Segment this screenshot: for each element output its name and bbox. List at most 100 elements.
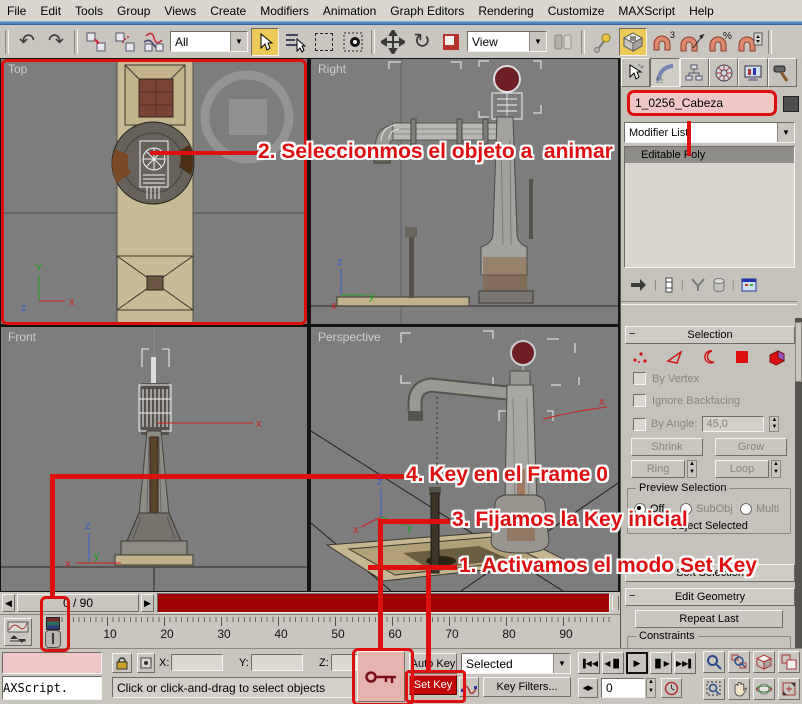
bind-to-space-warp-icon[interactable] <box>141 29 167 55</box>
zoom-tool-button[interactable] <box>703 651 725 673</box>
edge-subobject-icon[interactable] <box>666 349 684 365</box>
region-zoom-button[interactable] <box>703 678 725 700</box>
spinner-snap-icon[interactable] <box>737 29 763 55</box>
select-and-move-icon[interactable] <box>380 29 406 55</box>
pin-stack-icon[interactable] <box>630 277 648 293</box>
tab-utilities-icon[interactable] <box>768 58 797 87</box>
select-by-name-icon[interactable] <box>282 29 308 55</box>
preview-multi-radio[interactable] <box>740 503 752 515</box>
maxscript-listener-line[interactable]: AXScript. <box>2 676 102 700</box>
edit-geometry-rollout-header[interactable]: − Edit Geometry <box>625 588 795 606</box>
absolute-offset-mode-toggle[interactable] <box>137 653 155 673</box>
zoom-extents-button[interactable] <box>753 651 775 673</box>
ignore-backfacing-row[interactable]: Ignore Backfacing <box>633 394 740 407</box>
mini-curve-editor-button[interactable] <box>4 618 32 646</box>
menu-create[interactable]: Create <box>203 4 253 18</box>
modifier-list-dropdown[interactable]: Modifier List ▼ <box>624 122 795 143</box>
maximize-viewport-toggle[interactable] <box>778 678 800 700</box>
panel-scrollbar-thumb[interactable] <box>795 322 802 382</box>
vertex-subobject-icon[interactable] <box>631 349 649 365</box>
by-angle-row[interactable]: By Angle: 45,0 ▲▼ <box>633 416 779 432</box>
viewport-right[interactable]: z y x Right <box>311 59 618 324</box>
angle-snap-icon[interactable] <box>679 29 705 55</box>
dropdown-arrow-icon[interactable]: ▼ <box>529 32 546 51</box>
menu-tools[interactable]: Tools <box>68 4 110 18</box>
next-frame-button[interactable]: ▐▌▶ <box>650 652 672 674</box>
percent-snap-icon[interactable]: % <box>708 29 734 55</box>
by-angle-spinner[interactable]: ▲▼ <box>769 416 779 432</box>
loop-spinner[interactable]: ▲▼ <box>771 460 781 478</box>
key-mode-toggle-button[interactable]: ◀▶ <box>578 678 598 698</box>
mirror-icon[interactable] <box>550 29 576 55</box>
ring-button[interactable]: Ring <box>631 460 685 478</box>
viewport-perspective[interactable]: x z x y Perspective <box>311 327 618 591</box>
shrink-button[interactable]: Shrink <box>631 438 703 456</box>
go-to-end-button[interactable]: ▶▶▌ <box>674 652 696 674</box>
redo-icon[interactable]: ↷ <box>43 29 69 55</box>
ring-spinner[interactable]: ▲▼ <box>687 460 697 478</box>
select-and-rotate-icon[interactable]: ↻ <box>409 29 435 55</box>
timeline-splitter[interactable] <box>612 596 619 610</box>
time-slider-track-setkey-red[interactable] <box>157 593 610 613</box>
border-subobject-icon[interactable] <box>701 349 717 365</box>
selection-rollout-header[interactable]: − Selection <box>625 326 795 344</box>
current-frame-field[interactable]: 0 <box>601 678 645 698</box>
select-and-manipulate-icon[interactable] <box>590 29 616 55</box>
go-to-start-button[interactable]: ▐◀◀ <box>578 652 600 674</box>
menu-help[interactable]: Help <box>682 4 721 18</box>
unlink-selection-icon[interactable] <box>112 29 138 55</box>
repeat-last-button[interactable]: Repeat Last <box>635 610 783 628</box>
rectangular-selection-region-icon[interactable] <box>311 29 337 55</box>
viewport-front[interactable]: x z y x Front <box>1 327 307 591</box>
menu-modifiers[interactable]: Modifiers <box>253 4 316 18</box>
tab-display-icon[interactable] <box>738 58 767 87</box>
previous-frame-button[interactable]: ◀▐▌ <box>602 652 624 674</box>
dropdown-arrow-icon[interactable]: ▼ <box>230 32 247 51</box>
show-end-result-icon[interactable] <box>663 277 675 293</box>
polygon-subobject-icon[interactable] <box>734 349 750 365</box>
make-unique-icon[interactable] <box>690 277 706 293</box>
configure-modifier-sets-icon[interactable] <box>741 277 759 293</box>
select-and-link-icon[interactable] <box>83 29 109 55</box>
menu-graph-editors[interactable]: Graph Editors <box>383 4 471 18</box>
modifier-stack-list[interactable]: Editable Poly <box>624 146 795 268</box>
window-crossing-toggle-icon[interactable] <box>340 29 366 55</box>
snaps-toggle-button[interactable] <box>619 28 647 56</box>
time-slider-right-arrow[interactable]: ▶ <box>141 594 154 612</box>
menu-file[interactable]: File <box>0 4 33 18</box>
menu-views[interactable]: Views <box>157 4 203 18</box>
select-and-scale-icon[interactable] <box>438 29 464 55</box>
reference-coordsys-dropdown[interactable]: View ▼ <box>467 31 547 52</box>
loop-button[interactable]: Loop <box>715 460 769 478</box>
selection-lock-toggle[interactable] <box>112 653 132 673</box>
selection-filter-dropdown[interactable]: All ▼ <box>170 31 248 52</box>
time-configuration-button[interactable] <box>661 678 682 698</box>
select-object-button[interactable] <box>251 28 279 56</box>
menu-customize[interactable]: Customize <box>541 4 612 18</box>
arc-rotate-button[interactable] <box>753 678 775 700</box>
menu-edit[interactable]: Edit <box>33 4 68 18</box>
preview-multi-radio-row[interactable]: Multi <box>740 503 779 515</box>
time-slider-handle[interactable]: 0 / 90 <box>17 594 139 612</box>
stack-item-editable-poly[interactable]: Editable Poly <box>625 147 794 163</box>
object-color-swatch[interactable] <box>783 96 799 112</box>
tab-create-icon[interactable] <box>621 58 650 87</box>
selected-key-filter-dropdown[interactable]: Selected ▼ <box>461 653 571 674</box>
object-name-field[interactable]: 1_0256_Cabeza <box>627 90 777 116</box>
dropdown-arrow-icon[interactable]: ▼ <box>553 654 570 673</box>
undo-icon[interactable]: ↶ <box>14 29 40 55</box>
maxscript-macro-line[interactable] <box>2 652 102 674</box>
by-angle-checkbox[interactable] <box>633 418 646 431</box>
tab-modify-icon[interactable] <box>650 58 679 87</box>
menu-group[interactable]: Group <box>110 4 157 18</box>
panel-scrollbar[interactable] <box>795 318 802 648</box>
menu-maxscript[interactable]: MAXScript <box>611 4 682 18</box>
zoom-all-button[interactable] <box>728 651 750 673</box>
ignore-backfacing-checkbox[interactable] <box>633 394 646 407</box>
key-filters-button[interactable]: Key Filters... <box>483 677 571 697</box>
frame-spinner[interactable]: ▲▼ <box>646 678 656 698</box>
by-vertex-row[interactable]: By Vertex <box>633 372 699 385</box>
zoom-extents-all-button[interactable] <box>778 651 800 673</box>
play-button[interactable]: ▶ <box>626 652 648 674</box>
tab-hierarchy-icon[interactable] <box>680 58 709 87</box>
